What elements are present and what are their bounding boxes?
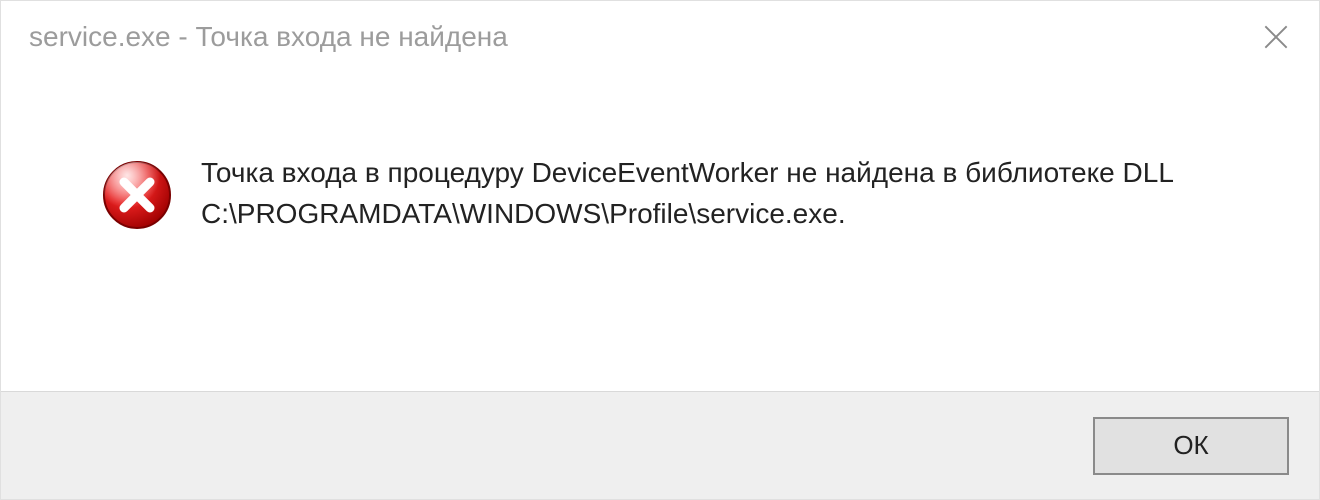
error-message: Точка входа в процедуру DeviceEventWorke… [201, 153, 1251, 234]
titlebar: service.exe - Точка входа не найдена [1, 1, 1319, 73]
dialog-title: service.exe - Точка входа не найдена [29, 21, 508, 53]
close-button[interactable] [1253, 14, 1299, 60]
close-icon [1260, 21, 1292, 53]
button-row: ОК [1, 391, 1319, 499]
error-dialog: service.exe - Точка входа не найдена [0, 0, 1320, 500]
error-icon [101, 159, 173, 231]
dialog-content: Точка входа в процедуру DeviceEventWorke… [1, 73, 1319, 391]
ok-button[interactable]: ОК [1093, 417, 1289, 475]
